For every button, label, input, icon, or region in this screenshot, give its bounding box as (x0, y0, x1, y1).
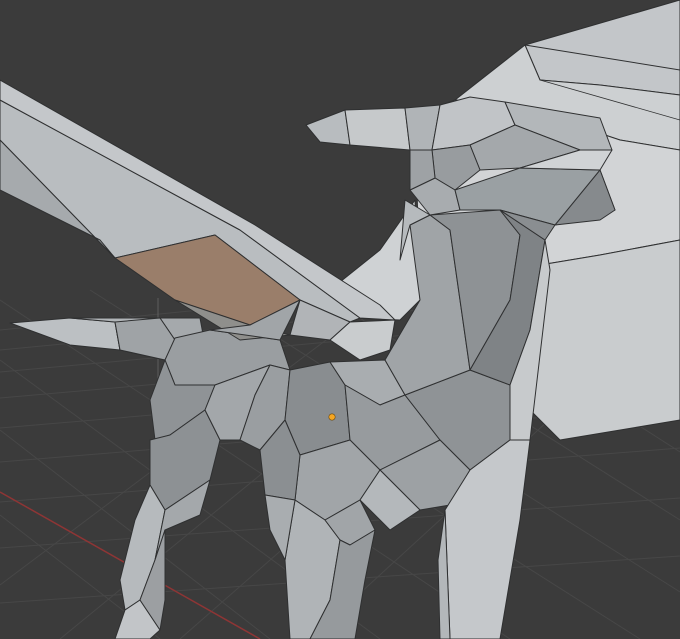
3d-viewport[interactable] (0, 0, 680, 639)
viewport-canvas[interactable] (0, 0, 680, 639)
object-origin-dot (328, 413, 336, 421)
